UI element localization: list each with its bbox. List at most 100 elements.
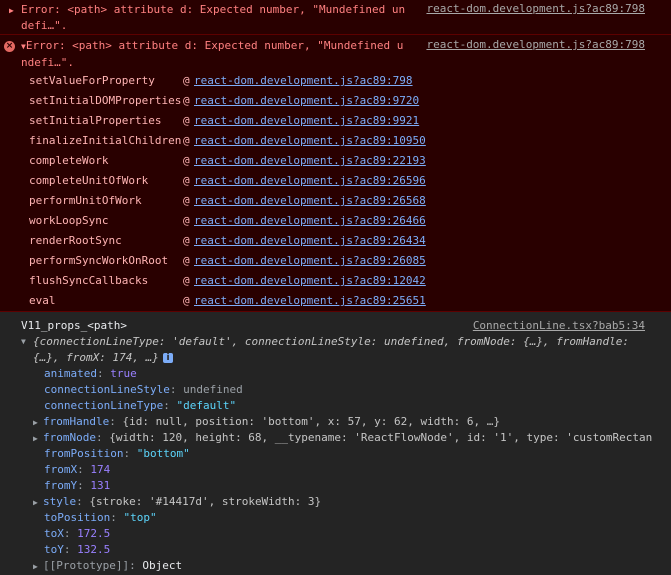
stack-frame: performSyncWorkOnRoot @ react-dom.developm…: [0, 251, 671, 271]
stack-frame: finalizeInitialChildren @ react-dom.develo…: [0, 131, 671, 151]
error-text-content: Error: <path> attribute d: Expected numb…: [21, 39, 404, 69]
at-sign: @: [183, 134, 190, 147]
error-text: Error: <path> attribute d: Expected numb…: [21, 3, 406, 32]
stack-function: performSyncWorkOnRoot: [29, 254, 169, 267]
prop-value: "default": [176, 399, 237, 412]
prop-key: animated: [44, 367, 97, 380]
stack-function: setValueForProperty: [29, 74, 155, 87]
stack-frame: flushSyncCallbacks @ react-dom.development…: [0, 271, 671, 291]
stack-frame: setInitialDOMProperties @ react-dom.develo…: [0, 91, 671, 111]
at-sign: @: [183, 154, 190, 167]
stack-location-link[interactable]: react-dom.development.js?ac89:9921: [194, 111, 419, 131]
at-sign: @: [183, 174, 190, 187]
stack-location-link[interactable]: react-dom.development.js?ac89:26596: [194, 171, 426, 191]
stack-function: setInitialDOMProperties: [29, 94, 182, 107]
prop-row-expandable[interactable]: ▶ fromNode: {width: 120, height: 68, __ty…: [0, 430, 671, 446]
stack-frame: setValueForProperty @ react-dom.developmen…: [0, 71, 671, 91]
prop-row: connectionLineStyle: undefined: [44, 383, 243, 396]
prop-row: toX: 172.5: [44, 527, 111, 540]
prop-row: connectionLineType: "default": [44, 399, 237, 412]
stack-function: completeWork: [29, 154, 109, 167]
prop-key: fromHandle: [43, 415, 110, 428]
error-source-link[interactable]: react-dom.development.js?ac89:798: [426, 38, 645, 51]
at-sign: @: [183, 194, 190, 207]
prop-value: 131: [90, 479, 111, 492]
console-error-message: ▶ Error: <path> attribute d: Expected nu…: [0, 0, 671, 35]
stack-location-link[interactable]: react-dom.development.js?ac89:26085: [194, 251, 426, 271]
prop-value: 174: [90, 463, 111, 476]
stack-location-link[interactable]: react-dom.development.js?ac89:9720: [194, 91, 419, 111]
stack-location-link[interactable]: react-dom.development.js?ac89:22193: [194, 151, 426, 171]
prop-value: Object: [142, 559, 183, 572]
prop-value: {id: null, position: 'bottom', x: 57, y:…: [122, 415, 500, 428]
stack-function: eval: [29, 294, 56, 307]
stack-frame: setInitialProperties @ react-dom.developme…: [0, 111, 671, 131]
expand-triangle-icon[interactable]: ▶: [9, 6, 14, 15]
object-preview[interactable]: ▼ {connectionLineType: 'default', connec…: [0, 334, 671, 350]
collapse-triangle-icon[interactable]: ▼: [21, 334, 31, 350]
stack-function: renderRootSync: [29, 234, 122, 247]
at-sign: @: [183, 114, 190, 127]
object-preview-line1: {connectionLineType: 'default', connecti…: [33, 335, 630, 348]
stack-function: performUnitOfWork: [29, 194, 142, 207]
stack-frame: completeWork @ react-dom.development.js?ac…: [0, 151, 671, 171]
prop-row: fromY: 131: [44, 479, 111, 492]
at-sign: @: [183, 294, 190, 307]
stack-location-link[interactable]: react-dom.development.js?ac89:26466: [194, 211, 426, 231]
expand-triangle-icon[interactable]: ▶: [33, 431, 43, 447]
prop-row: toPosition: "top": [44, 511, 157, 524]
prop-value: "bottom": [136, 447, 190, 460]
at-sign: @: [183, 94, 190, 107]
stack-function: workLoopSync: [29, 214, 109, 227]
stack-location-link[interactable]: react-dom.development.js?ac89:12042: [194, 271, 426, 291]
prop-value: 172.5: [77, 527, 111, 540]
expand-triangle-icon[interactable]: ▶: [33, 415, 43, 431]
prop-key: fromY: [44, 479, 78, 492]
at-sign: @: [183, 234, 190, 247]
prop-key: toX: [44, 527, 64, 540]
log-header: V11_props_<path> ConnectionLine.tsx?bab5…: [0, 318, 671, 334]
error-text: ▼Error: <path> attribute d: Expected num…: [21, 38, 407, 71]
stack-location-link[interactable]: react-dom.development.js?ac89:10950: [194, 131, 426, 151]
prop-value: 132.5: [77, 543, 111, 556]
prop-key: toY: [44, 543, 64, 556]
expand-triangle-icon[interactable]: ▶: [33, 559, 43, 575]
stack-location-link[interactable]: react-dom.development.js?ac89:798: [194, 71, 413, 91]
stack-frame: renderRootSync @ react-dom.development.js?…: [0, 231, 671, 251]
console-error-message-expanded: × ▼Error: <path> attribute d: Expected n…: [0, 35, 671, 312]
prop-key: [[Prototype]]: [43, 559, 130, 572]
prop-value: {width: 120, height: 68, __typename: 'Re…: [109, 431, 653, 444]
prop-value: {stroke: '#14417d', strokeWidth: 3}: [89, 495, 322, 508]
prop-row-expandable[interactable]: ▶ style: {stroke: '#14417d', strokeWidth:…: [0, 494, 671, 510]
stack-function: completeUnitOfWork: [29, 174, 149, 187]
prop-key: style: [43, 495, 77, 508]
stack-location-link[interactable]: react-dom.development.js?ac89:26568: [194, 191, 426, 211]
stack-function: flushSyncCallbacks: [29, 274, 149, 287]
prop-key: fromPosition: [44, 447, 124, 460]
stack-location-link[interactable]: react-dom.development.js?ac89:25651: [194, 291, 426, 311]
stack-frame: eval @ react-dom.development.js?ac89:25651: [0, 291, 671, 311]
expand-triangle-icon[interactable]: ▶: [33, 495, 43, 511]
prop-row-expandable[interactable]: ▶ [[Prototype]]: Object: [0, 558, 671, 574]
prop-value: "top": [123, 511, 157, 524]
prop-row: toY: 132.5: [44, 543, 111, 556]
object-preview-wrap: {…}, fromX: 174, …} i: [0, 350, 671, 366]
info-icon[interactable]: i: [163, 353, 173, 363]
at-sign: @: [183, 254, 190, 267]
prop-row: fromPosition: "bottom": [44, 447, 190, 460]
stack-function: setInitialProperties: [29, 114, 162, 127]
prop-key: connectionLineType: [44, 399, 164, 412]
log-source-link[interactable]: ConnectionLine.tsx?bab5:34: [473, 318, 645, 334]
error-source-link[interactable]: react-dom.development.js?ac89:798: [426, 2, 645, 15]
prop-row: animated: true: [44, 367, 137, 380]
object-preview-line2: {…}, fromX: 174, …}: [33, 351, 159, 364]
prop-row-expandable[interactable]: ▶ fromHandle: {id: null, position: 'botto…: [0, 414, 671, 430]
stack-location-link[interactable]: react-dom.development.js?ac89:26434: [194, 231, 426, 251]
stack-trace: setValueForProperty @ react-dom.developmen…: [0, 71, 671, 311]
prop-value: true: [110, 367, 137, 380]
prop-row: fromX: 174: [44, 463, 111, 476]
prop-key: fromNode: [43, 431, 96, 444]
stack-frame: workLoopSync @ react-dom.development.js?ac…: [0, 211, 671, 231]
prop-value: undefined: [183, 383, 243, 396]
stack-frame: completeUnitOfWork @ react-dom.development…: [0, 171, 671, 191]
